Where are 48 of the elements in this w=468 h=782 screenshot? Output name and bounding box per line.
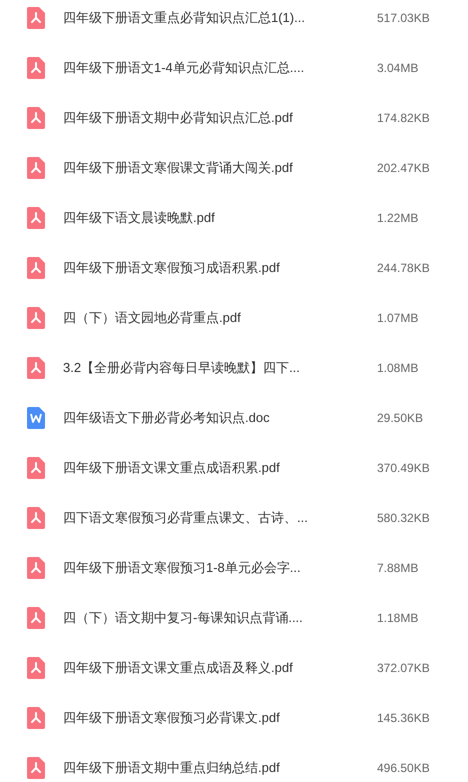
file-size: 7.88MB (377, 560, 418, 577)
file-name[interactable]: 四年级语文下册必背必考知识点.doc (63, 408, 377, 428)
pdf-file-icon (27, 657, 45, 679)
file-size: 202.47KB (377, 160, 430, 177)
file-size: 370.49KB (377, 460, 430, 477)
file-name[interactable]: 四年级下册语文课文重点成语积累.pdf (63, 458, 377, 478)
file-name[interactable]: 四（下）语文期中复习-每课知识点背诵.... (63, 608, 377, 628)
file-name[interactable]: 四年级下册语文寒假预习必背课文.pdf (63, 708, 377, 728)
file-size: 244.78KB (377, 260, 430, 277)
file-name[interactable]: 四年级下册语文重点必背知识点汇总1(1)... (63, 8, 377, 28)
file-size: 580.32KB (377, 510, 430, 527)
file-name[interactable]: 四年级下册语文课文重点成语及释义.pdf (63, 658, 377, 678)
pdf-file-icon (27, 307, 45, 329)
pdf-file-icon (27, 357, 45, 379)
pdf-file-icon (27, 157, 45, 179)
pdf-file-icon (27, 457, 45, 479)
file-size: 174.82KB (377, 110, 430, 127)
pdf-file-icon (27, 757, 45, 779)
file-name[interactable]: 四（下）语文园地必背重点.pdf (63, 308, 377, 328)
pdf-file-icon (27, 507, 45, 529)
file-size: 1.18MB (377, 610, 418, 627)
file-name[interactable]: 四年级下册语文寒假预习1-8单元必会字... (63, 558, 377, 578)
file-size: 29.50KB (377, 410, 424, 427)
file-size: 1.22MB (377, 210, 418, 227)
file-name[interactable]: 3.2【全册必背内容每日早读晚默】四下... (63, 358, 377, 378)
file-name[interactable]: 四年级下语文晨读晚默.pdf (63, 208, 377, 228)
pdf-file-icon (27, 7, 45, 29)
file-name[interactable]: 四年级下册语文1-4单元必背知识点汇总.... (63, 58, 377, 78)
file-size: 145.36KB (377, 710, 430, 727)
pdf-file-icon (27, 557, 45, 579)
file-name[interactable]: 四年级下册语文期中重点归纳总结.pdf (63, 758, 377, 778)
pdf-file-icon (27, 107, 45, 129)
file-name[interactable]: 四年级下册语文期中必背知识点汇总.pdf (63, 108, 377, 128)
pdf-file-icon (27, 707, 45, 729)
pdf-file-icon (27, 207, 45, 229)
pdf-file-icon (27, 257, 45, 279)
file-size: 1.08MB (377, 360, 418, 377)
word-file-icon (27, 407, 45, 429)
file-size: 517.03KB (377, 10, 430, 27)
file-name[interactable]: 四年级下册语文寒假预习成语积累.pdf (63, 258, 377, 278)
file-size: 1.07MB (377, 310, 418, 327)
file-size: 496.50KB (377, 760, 430, 777)
file-name[interactable]: 四年级下册语文寒假课文背诵大闯关.pdf (63, 158, 377, 178)
file-size: 372.07KB (377, 660, 430, 677)
file-size: 3.04MB (377, 60, 418, 77)
pdf-file-icon (27, 57, 45, 79)
pdf-file-icon (27, 607, 45, 629)
file-name[interactable]: 四下语文寒假预习必背重点课文、古诗、... (63, 508, 377, 528)
